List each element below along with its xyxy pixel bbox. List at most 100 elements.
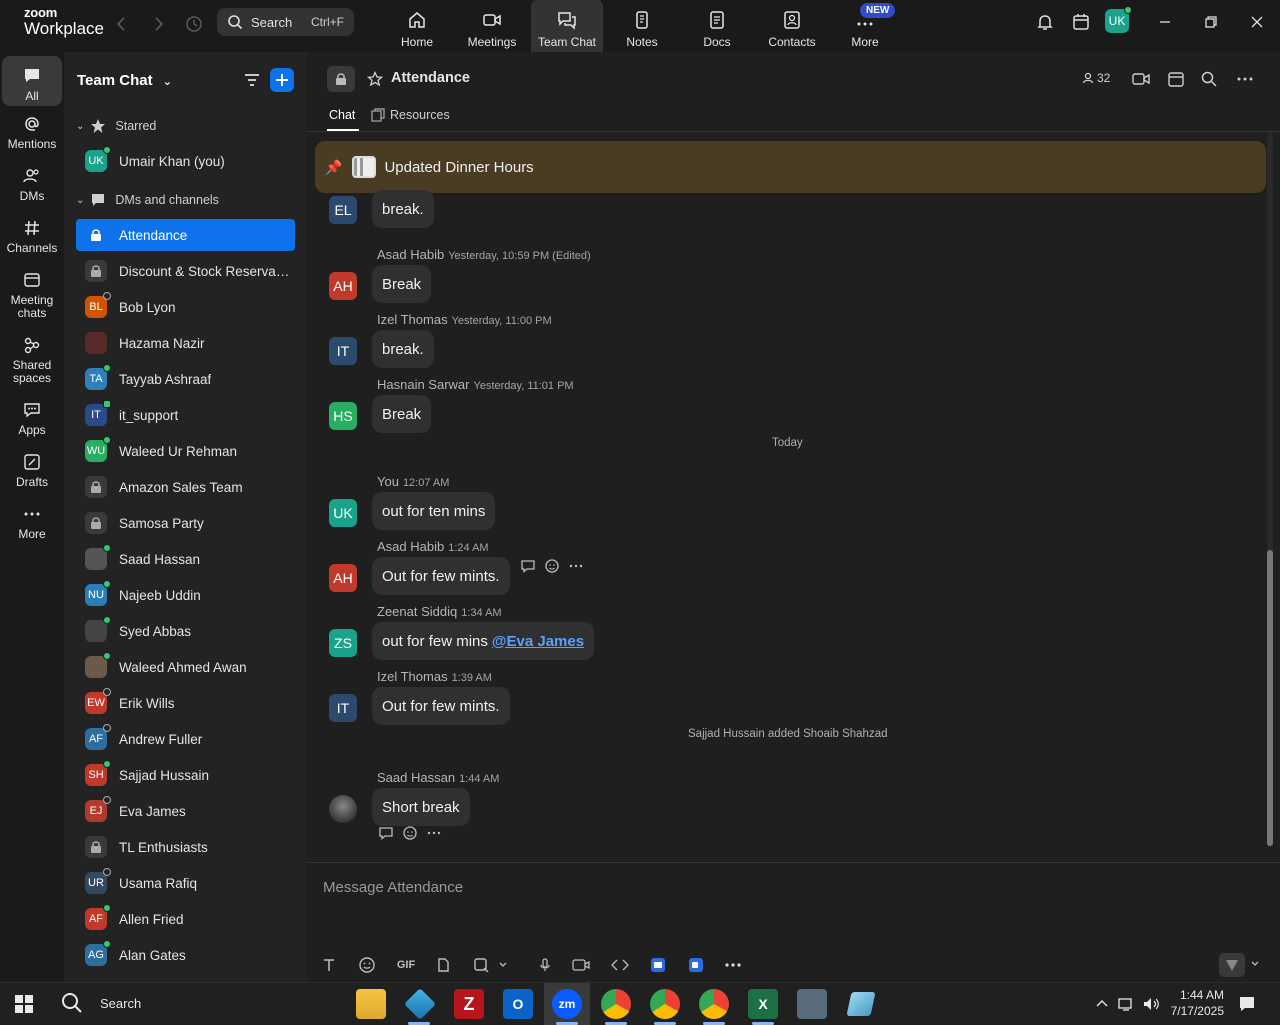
forward-arrow-icon[interactable]	[148, 14, 168, 34]
minimize-icon[interactable]	[1155, 12, 1175, 32]
message-avatar[interactable]: EL	[329, 196, 357, 224]
tab-notes[interactable]: Notes	[606, 0, 678, 52]
calculator-icon[interactable]	[797, 989, 827, 1019]
chevron-down-icon[interactable]	[1250, 959, 1260, 969]
reply-icon[interactable]	[378, 825, 394, 841]
chrome-icon[interactable]	[601, 989, 631, 1019]
notification-center-icon[interactable]	[1238, 995, 1256, 1013]
network-icon[interactable]	[1117, 995, 1135, 1013]
app-notepad-icon[interactable]	[846, 992, 876, 1016]
system-clock[interactable]: 1:44 AM 7/17/2025	[1168, 987, 1224, 1019]
user-avatar[interactable]: UK	[1105, 6, 1132, 33]
video-clip-icon[interactable]	[571, 955, 591, 975]
video-call-icon[interactable]	[1131, 69, 1151, 89]
sidebar-item[interactable]: Discount & Stock Reservati...	[76, 255, 295, 287]
tab-team-chat[interactable]: Team Chat	[531, 0, 603, 52]
sidebar-item[interactable]: AG Alan Gates	[76, 939, 295, 971]
star-outline-icon[interactable]	[367, 71, 383, 87]
scrollbar-thumb[interactable]	[1267, 550, 1273, 846]
tab-resources[interactable]: Resources	[371, 108, 450, 122]
filter-icon[interactable]	[242, 70, 262, 90]
sidebar-title[interactable]: Team Chat ⌄	[77, 72, 172, 89]
reply-icon[interactable]	[520, 558, 536, 574]
ellipsis-icon[interactable]	[723, 955, 743, 975]
message-avatar[interactable]: HS	[329, 402, 357, 430]
sidebar-item[interactable]: Waleed Ahmed Awan	[76, 651, 295, 683]
sidebar-item[interactable]: AF Andrew Fuller	[76, 723, 295, 755]
sidebar-item[interactable]: Samosa Party	[76, 507, 295, 539]
chevron-down-icon[interactable]	[497, 955, 509, 975]
windows-start-icon[interactable]	[14, 994, 34, 1014]
ellipsis-icon[interactable]	[568, 558, 584, 574]
search-icon[interactable]	[1200, 70, 1218, 88]
sidebar-item[interactable]: UR Usama Rafiq	[76, 867, 295, 899]
filezilla-icon[interactable]: Z	[454, 989, 484, 1019]
rail-drafts[interactable]: Drafts	[2, 452, 62, 489]
channel-title[interactable]: Attendance	[391, 70, 470, 86]
message-sender[interactable]: Asad Habib	[377, 539, 444, 554]
tab-home[interactable]: Home	[381, 0, 453, 52]
message-avatar[interactable]: UK	[329, 499, 357, 527]
sidebar-item[interactable]: Saad Hassan	[76, 543, 295, 575]
message-sender[interactable]: Hasnain Sarwar	[377, 377, 470, 392]
emoji-icon[interactable]	[357, 955, 377, 975]
rail-dms[interactable]: DMs	[2, 166, 62, 203]
sidebar-item[interactable]: WU Waleed Ur Rehman	[76, 435, 295, 467]
app-zoom-icon[interactable]	[686, 955, 706, 975]
file-explorer-icon[interactable]	[356, 989, 386, 1019]
excel-icon[interactable]: X	[748, 989, 778, 1019]
tab-contacts[interactable]: Contacts	[756, 0, 828, 52]
sidebar-item[interactable]: Attendance	[76, 219, 295, 251]
emoji-icon[interactable]	[544, 558, 560, 574]
message-sender[interactable]: You	[377, 474, 399, 489]
zoom-app-icon[interactable]: zm	[552, 989, 582, 1019]
message-sender[interactable]: Zeenat Siddiq	[377, 604, 457, 619]
chrome-icon[interactable]	[699, 989, 729, 1019]
microphone-icon[interactable]	[535, 955, 555, 975]
sidebar-item[interactable]: AF Allen Fried	[76, 903, 295, 935]
send-button[interactable]	[1219, 953, 1245, 977]
sidebar-item[interactable]: Amazon Sales Team	[76, 471, 295, 503]
pinned-message-banner[interactable]: 📌 Updated Dinner Hours	[315, 141, 1266, 193]
app-whiteboard-icon[interactable]	[648, 955, 668, 975]
notifications-bell-icon[interactable]	[1035, 12, 1055, 32]
history-icon[interactable]	[184, 14, 204, 34]
sidebar-item[interactable]: BL Bob Lyon	[76, 291, 295, 323]
message-avatar[interactable]: AH	[329, 564, 357, 592]
message-sender[interactable]: Izel Thomas	[377, 312, 448, 327]
rail-apps[interactable]: Apps	[2, 400, 62, 437]
members-button[interactable]: 32	[1082, 71, 1110, 85]
sidebar-item[interactable]: TA Tayyab Ashraaf	[76, 363, 295, 395]
screenshot-icon[interactable]	[471, 955, 491, 975]
message-avatar[interactable]: IT	[329, 694, 357, 722]
sidebar-item-umair-khan[interactable]: UK Umair Khan (you)	[76, 145, 295, 177]
restore-icon[interactable]	[1201, 12, 1221, 32]
starred-section-header[interactable]: ⌄ Starred	[76, 118, 156, 134]
sidebar-item[interactable]: EW Erik Wills	[76, 687, 295, 719]
message-sender[interactable]: Asad Habib	[377, 247, 444, 262]
code-snippet-icon[interactable]	[610, 955, 630, 975]
new-chat-button[interactable]	[270, 68, 294, 92]
emoji-icon[interactable]	[402, 825, 418, 841]
sidebar-item[interactable]: SH Sajjad Hussain	[76, 759, 295, 791]
ellipsis-icon[interactable]	[1235, 70, 1255, 88]
sidebar-item[interactable]: Syed Abbas	[76, 615, 295, 647]
message-avatar[interactable]: AH	[329, 272, 357, 300]
message-avatar[interactable]	[329, 795, 357, 823]
gif-button[interactable]: GIF	[395, 955, 417, 975]
chevron-up-icon[interactable]	[1094, 996, 1110, 1012]
rail-channels[interactable]: Channels	[2, 218, 62, 255]
app-diamond-icon[interactable]	[404, 988, 436, 1020]
sidebar-item[interactable]: IT it_support	[76, 399, 295, 431]
sidebar-item[interactable]: TL Enthusiasts	[76, 831, 295, 863]
rail-all[interactable]: All	[2, 56, 62, 106]
taskbar-search[interactable]: Search	[60, 991, 141, 1015]
rail-more[interactable]: More	[2, 504, 62, 541]
tab-chat[interactable]: Chat	[329, 108, 355, 122]
ellipsis-icon[interactable]	[426, 825, 442, 841]
rail-mentions[interactable]: Mentions	[2, 114, 62, 151]
message-sender[interactable]: Saad Hassan	[377, 770, 455, 785]
sidebar-item[interactable]: NU Najeeb Uddin	[76, 579, 295, 611]
outlook-icon[interactable]: O	[503, 989, 533, 1019]
back-arrow-icon[interactable]	[112, 14, 132, 34]
